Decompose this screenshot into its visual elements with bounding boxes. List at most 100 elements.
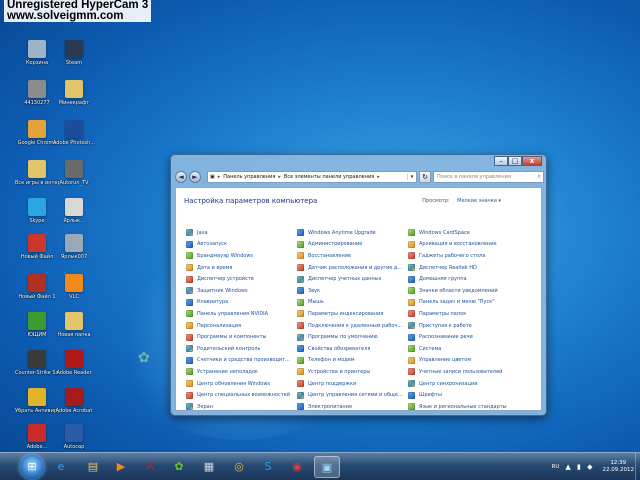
control-panel-item[interactable]: Защитник Windows [186,285,298,297]
calculator-icon[interactable]: ▦ [196,456,222,478]
desktop-icon-label: VLC [69,294,79,300]
control-panel-item[interactable]: Датчик расположения и другие д... [297,262,409,274]
desktop-icon[interactable]: Autorun_TV [52,160,96,186]
tray-icons[interactable]: ▲ ▮ ◆ [565,463,594,471]
view-by-dropdown[interactable]: Мелкие значки ▾ [457,198,501,204]
control-panel-item[interactable]: Автозапуск [186,239,298,251]
refresh-button[interactable]: ↻ [419,171,431,183]
control-panel-item[interactable]: Шрифты [408,389,520,401]
control-panel-item-icon [186,380,193,388]
control-panel-item[interactable]: Центр обновления Windows [186,378,298,390]
opera-icon[interactable]: ◉ [284,456,310,478]
control-panel-item-icon [186,322,193,330]
clock[interactable]: 12:39 22.09.2012 [603,460,635,474]
control-panel-item[interactable]: Подключения к удаленным рабоч... [297,320,409,332]
control-panel-item[interactable]: Центр поддержки [297,378,409,390]
explorer-icon[interactable]: ▤ [80,456,106,478]
control-panel-item[interactable]: Центр управления сетями и обще... [297,389,409,401]
address-dropdown-icon[interactable]: ▾ [407,174,416,180]
app-icon[interactable]: ✿ [166,456,192,478]
control-panel-item[interactable]: Брандмауэр Windows [186,250,298,262]
desktop-icon[interactable]: Новая папка [52,312,96,338]
control-panel-item[interactable]: Управление цветом [408,355,520,367]
control-panel-item[interactable]: Windows CardSpace [408,227,520,239]
control-panel-item[interactable]: Диспетчер устройств [186,273,298,285]
control-panel-item-icon [408,356,415,364]
search-input[interactable]: Поиск в панели управления ⌕ [433,171,544,183]
control-panel-item[interactable]: Персонализация [186,320,298,332]
desktop-icon[interactable]: Ярлык... [52,198,96,224]
control-panel-item[interactable]: Родительский контроль [186,343,298,355]
breadcrumb-control-panel[interactable]: Панель управления [223,174,275,180]
ie-icon[interactable]: e [48,456,74,478]
control-panel-item[interactable]: Параметры папок [408,308,520,320]
control-panel-window[interactable]: – □ x ◄ ► ▣ ▸ Панель управления ▸ Все эл… [170,154,547,416]
desktop-icon[interactable]: VLC [52,274,96,300]
control-panel-item[interactable]: Диспетчер Realtek HD [408,262,520,274]
control-panel-item[interactable]: Диспетчер учетных данных [297,273,409,285]
control-panel-item[interactable]: Дата и время [186,262,298,274]
control-panel-item[interactable]: Восстановление [297,250,409,262]
media-player-icon[interactable]: ▶ [108,456,134,478]
desktop-icon[interactable]: Adobe Reader [52,350,96,376]
desktop-icon[interactable]: Autocap [52,424,96,450]
control-panel-item[interactable]: Клавиатура [186,297,298,309]
control-panel-item[interactable]: Электропитание [297,401,409,413]
control-panel-item-label: Телефон и модем [308,357,355,364]
control-panel-item[interactable]: Мышь [297,297,409,309]
language-indicator[interactable]: RU [552,464,560,470]
control-panel-item[interactable]: Устранение неполадок [186,366,298,378]
skype-icon[interactable]: S [255,456,281,478]
control-panel-item-label: Диспетчер учетных данных [308,276,382,283]
control-panel-item[interactable]: Распознавание речи [408,331,520,343]
control-panel-item[interactable]: Устройства и принтеры [297,366,409,378]
address-bar[interactable]: ▣ ▸ Панель управления ▸ Все элементы пан… [207,171,417,183]
control-panel-item[interactable]: Язык и региональные стандарты [408,401,520,413]
control-panel-item[interactable]: Центр специальных возможностей [186,389,298,401]
control-panel-item[interactable]: Экран [186,401,298,413]
desktop-icon[interactable]: Steam [52,40,96,66]
control-panel-item[interactable]: Параметры индексирования [297,308,409,320]
control-panel-item[interactable]: Звук [297,285,409,297]
desktop-icon[interactable]: Adobe Photosh... [52,120,96,146]
close-button[interactable]: x [522,156,542,166]
breadcrumb-all-items[interactable]: Все элементы панели управления [284,174,374,180]
control-panel-item[interactable]: Панель управления NVIDIA [186,308,298,320]
control-panel-item[interactable]: Свойства обозревателя [297,343,409,355]
app-icon [65,120,83,138]
control-panel-item-icon [186,403,193,411]
desktop-icon[interactable]: Минекрафт [52,80,96,106]
back-button[interactable]: ◄ [175,171,187,183]
control-panel-icon[interactable]: ▣ [314,456,340,478]
control-panel-item[interactable]: Программы по умолчанию [297,331,409,343]
control-panel-item[interactable]: Панель задач и меню "Пуск" [408,297,520,309]
control-panel-item[interactable]: Значки области уведомлений [408,285,520,297]
windows-orb-icon[interactable]: ⊞ [20,455,44,479]
control-panel-item[interactable]: Учетные записи пользователей [408,366,520,378]
control-panel-item[interactable]: Система [408,343,520,355]
desktop-icon[interactable]: Adobe Acrobat [52,388,96,414]
control-panel-item-label: Датчик расположения и другие д... [308,264,403,271]
control-panel-item[interactable]: Windows Anytime Upgrade [297,227,409,239]
maximize-button[interactable]: □ [508,156,522,166]
show-desktop-button[interactable] [635,453,640,480]
control-panel-item[interactable]: Гаджеты рабочего стола [408,250,520,262]
control-panel-item[interactable]: Администрирование [297,239,409,251]
control-panel-item[interactable]: Счетчики и средства производит... [186,355,298,367]
adobe-icon[interactable]: A [137,456,163,478]
control-panel-item[interactable]: Телефон и модем [297,355,409,367]
control-panel-item-label: Устройства и принтеры [308,368,371,375]
control-panel-item[interactable]: Приступая к работе [408,320,520,332]
chrome-icon[interactable]: ◎ [226,456,252,478]
control-panel-item-label: Брандмауэр Windows [197,252,254,259]
control-panel-item[interactable]: Архивация и восстановление [408,239,520,251]
desktop-icon[interactable]: Ярлык007 [52,234,96,260]
control-panel-item[interactable]: Центр синхронизации [408,378,520,390]
clock-time: 12:39 [610,460,627,466]
control-panel-item[interactable]: Программы и компоненты [186,331,298,343]
control-panel-item[interactable]: Java [186,227,298,239]
minimize-button[interactable]: – [494,156,508,166]
control-panel-item[interactable]: Домашняя группа [408,273,520,285]
forward-button[interactable]: ► [189,171,201,183]
search-icon[interactable]: ⌕ [538,172,541,182]
